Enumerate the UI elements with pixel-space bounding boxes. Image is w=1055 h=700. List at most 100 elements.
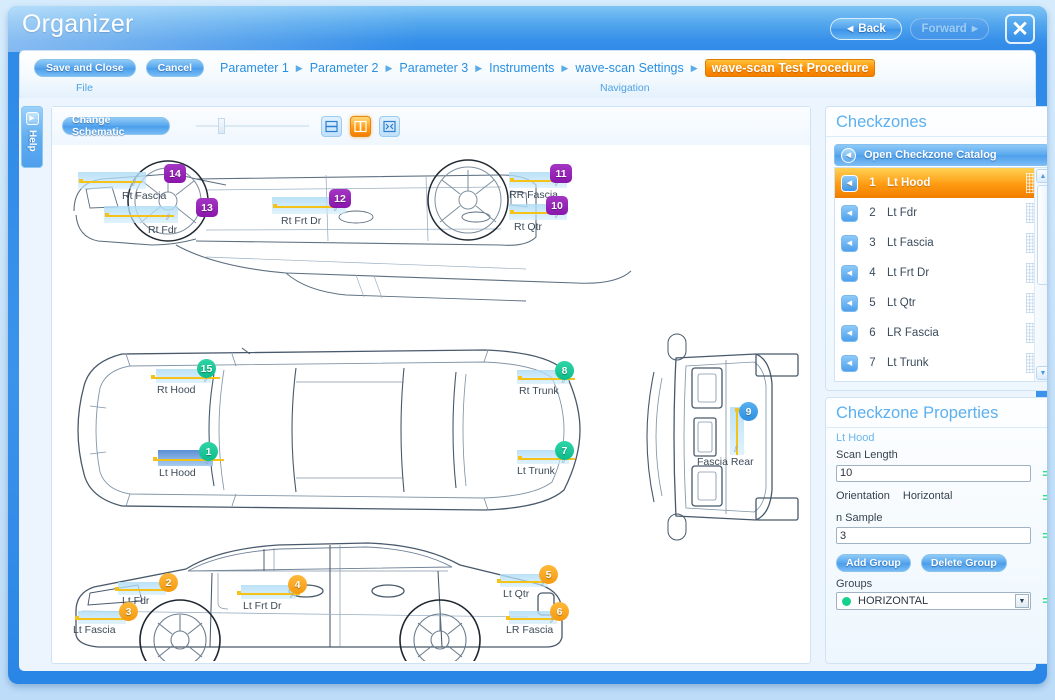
- zone-marker-9[interactable]: 9: [739, 402, 758, 421]
- open-checkzone-catalog-button[interactable]: ◀ Open Checkzone Catalog: [834, 144, 1047, 166]
- zone-anchor-dot: [518, 456, 522, 460]
- back-button-label: Back: [858, 23, 886, 35]
- checkzone-list[interactable]: ◀ 1 Lt Hood ◀ 2 Lt Fdr ◀ 3 Lt Fascia ◀ 4 Lt Frt Dr ◀…: [834, 167, 1047, 382]
- zone-marker-12[interactable]: 12: [329, 189, 351, 208]
- checkzone-label: Lt Hood: [887, 177, 931, 189]
- play-arrow-icon: ▶: [25, 112, 39, 125]
- checkzone-index: 3: [869, 237, 876, 249]
- zone-marker-5[interactable]: 5: [539, 565, 558, 584]
- zone-anchor-dot: [105, 213, 109, 217]
- checkzone-index: 5: [869, 297, 876, 309]
- breadcrumb-item-4[interactable]: Instruments: [489, 61, 554, 75]
- application-root: Organizer ◀ Back Forward ▶ ✕ Save and Cl…: [0, 0, 1055, 700]
- checkzone-index: 4: [869, 267, 876, 279]
- zone-label-rt-fdr: Rt Fdr: [148, 224, 178, 236]
- zone-anchor-dot: [115, 587, 119, 591]
- checkzone-index: 6: [869, 327, 876, 339]
- zone-marker-8[interactable]: 8: [555, 361, 574, 380]
- change-schematic-button[interactable]: Change Schematic: [62, 114, 171, 138]
- zone-anchor-dot: [75, 616, 79, 620]
- zone-label-lt-hood: Lt Hood: [159, 467, 196, 479]
- checkzone-list-item[interactable]: ◀ 1 Lt Hood: [835, 168, 1047, 198]
- zone-marker-10[interactable]: 10: [546, 196, 568, 215]
- zoom-slider[interactable]: [196, 117, 309, 135]
- checkzone-label: Lt Qtr: [887, 297, 916, 309]
- breadcrumb-item-3[interactable]: Parameter 3: [399, 61, 468, 75]
- zone-marker-3[interactable]: 3: [119, 602, 138, 621]
- groups-field: Groups HORIZONTAL ▼ =: [826, 572, 1047, 610]
- zone-marker-2[interactable]: 2: [159, 573, 178, 592]
- orientation-label: Orientation: [836, 489, 890, 502]
- checkzone-label: LR Fascia: [887, 327, 939, 339]
- breadcrumb-item-2[interactable]: Parameter 2: [310, 61, 379, 75]
- add-group-button[interactable]: Add Group: [836, 554, 911, 572]
- zone-hatch-icon: ⫽: [166, 212, 171, 222]
- zone-marker-7[interactable]: 7: [555, 441, 574, 460]
- file-group-label: File: [76, 82, 93, 94]
- zone-label-rt-trunk: Rt Trunk: [519, 385, 559, 397]
- save-and-close-button[interactable]: Save and Close: [34, 59, 136, 77]
- scan-length-input[interactable]: [836, 464, 1031, 482]
- zone-scan-line: [76, 618, 128, 620]
- groups-select[interactable]: HORIZONTAL ▼: [836, 592, 1031, 610]
- n-sample-label: n Sample: [836, 511, 883, 524]
- expand-left-icon[interactable]: ◀: [841, 234, 858, 252]
- close-icon[interactable]: ✕: [1005, 14, 1035, 44]
- expand-left-icon[interactable]: ◀: [841, 204, 858, 222]
- zone-label-lt-qtr: Lt Qtr: [503, 588, 530, 600]
- checkzone-list-item[interactable]: ◀ 5 Lt Qtr: [835, 288, 1047, 318]
- chevron-down-icon[interactable]: ▼: [1015, 594, 1029, 608]
- vertical-split-icon[interactable]: [350, 115, 371, 137]
- breadcrumb-item-6[interactable]: wave-scan Test Procedure: [704, 59, 876, 77]
- scroll-up-icon[interactable]: ▲: [1036, 169, 1047, 183]
- group-color-dot-icon: [842, 596, 851, 606]
- orientation-value: Horizontal: [902, 489, 953, 502]
- checkzone-list-scrollbar[interactable]: ▲ ▼: [1034, 168, 1047, 381]
- checkzones-title: Checkzones: [826, 107, 1047, 137]
- schematic-canvas[interactable]: ⫽ 14 Rt Fascia ⫽ 13 Rt Fdr ⫽ 12 Rt Frt D…: [56, 145, 808, 661]
- zone-marker-6[interactable]: 6: [550, 602, 569, 621]
- zoom-slider-thumb[interactable]: [218, 118, 226, 134]
- zone-anchor-dot: [497, 579, 501, 583]
- zone-marker-15[interactable]: 15: [197, 359, 216, 378]
- checkzone-list-item[interactable]: ◀ 7 Lt Trunk: [835, 348, 1047, 378]
- expand-left-icon[interactable]: ◀: [841, 174, 858, 192]
- zone-marker-14[interactable]: 14: [164, 164, 186, 183]
- breadcrumb-item-5[interactable]: wave-scan Settings: [575, 61, 683, 75]
- scroll-down-icon[interactable]: ▼: [1036, 366, 1047, 380]
- checkzone-label: Lt Fascia: [887, 237, 934, 249]
- checkzone-index: 2: [869, 207, 876, 219]
- forward-button[interactable]: Forward ▶: [910, 18, 989, 40]
- navigation-group-label: Navigation: [600, 82, 650, 94]
- zone-marker-11[interactable]: 11: [550, 164, 572, 183]
- expand-left-icon[interactable]: ◀: [841, 264, 858, 282]
- zone-marker-1[interactable]: 1: [199, 442, 218, 461]
- expand-left-icon[interactable]: ◀: [841, 294, 858, 312]
- checkzone-list-item[interactable]: ◀ 6 LR Fascia: [835, 318, 1047, 348]
- checkzone-list-item[interactable]: ◀ 2 Lt Fdr: [835, 198, 1047, 228]
- checkzone-index: 1: [869, 177, 876, 189]
- equals-icon: =: [1042, 465, 1047, 481]
- fit-to-screen-icon[interactable]: [379, 115, 400, 137]
- help-tab[interactable]: ▶ Help: [21, 106, 43, 168]
- breadcrumb-item-1[interactable]: Parameter 1: [220, 61, 289, 75]
- cancel-button[interactable]: Cancel: [145, 59, 205, 77]
- back-button[interactable]: ◀ Back: [830, 18, 903, 40]
- checkzone-list-item[interactable]: ◀ 4 Lt Frt Dr: [835, 258, 1047, 288]
- breadcrumb-separator-icon: ▶: [385, 62, 393, 73]
- checkzone-list-item[interactable]: ◀ 3 Lt Fascia: [835, 228, 1047, 258]
- breadcrumb: Parameter 1 ▶ Parameter 2 ▶ Parameter 3 ▶ Inst…: [204, 59, 1035, 77]
- help-tab-label: Help: [26, 130, 38, 152]
- breadcrumb-separator-icon: ▶: [295, 62, 303, 73]
- groups-label: Groups: [836, 578, 873, 590]
- zone-marker-13[interactable]: 13: [196, 198, 218, 217]
- n-sample-input[interactable]: [836, 527, 1031, 544]
- scrollbar-thumb[interactable]: [1037, 185, 1047, 285]
- orientation-row: Orientation Horizontal =: [826, 482, 1047, 505]
- zone-marker-4[interactable]: 4: [288, 575, 307, 594]
- expand-left-icon[interactable]: ◀: [841, 324, 858, 342]
- horizontal-split-icon[interactable]: [321, 115, 342, 137]
- expand-left-icon[interactable]: ◀: [841, 354, 858, 372]
- delete-group-button[interactable]: Delete Group: [920, 554, 1007, 572]
- schematic-panel: Change Schematic ⫽ 14 Rt Fascia ⫽ 13 Rt …: [51, 106, 811, 664]
